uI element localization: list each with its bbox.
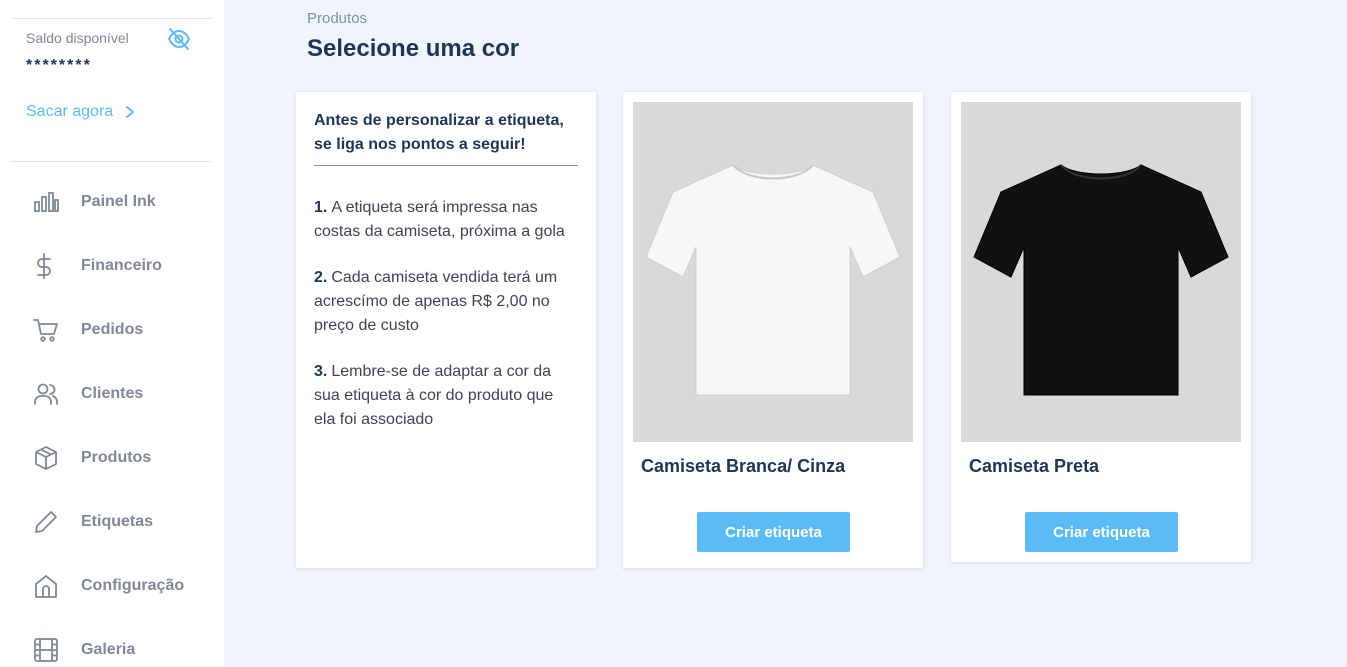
sidebar-item-financeiro[interactable]: Financeiro — [0, 234, 224, 298]
dollar-icon — [33, 253, 59, 279]
sidebar-item-label: Financeiro — [81, 257, 162, 274]
info-item: 3. Lembre-se de adaptar a cor da sua etiq… — [314, 360, 578, 432]
sidebar-item-produtos[interactable]: Produtos — [0, 426, 224, 490]
info-item-text: Lembre-se de adaptar a cor da sua etique… — [314, 363, 554, 428]
cart-icon — [33, 317, 59, 343]
sidebar-item-label: Configuração — [81, 577, 185, 594]
eye-off-icon[interactable] — [166, 26, 192, 52]
tshirt-white-image — [645, 164, 901, 396]
withdraw-label: Sacar agora — [26, 103, 114, 120]
info-item: 2. Cada camiseta vendida terá um acrescím… — [314, 266, 578, 338]
create-label-button[interactable]: Criar etiqueta — [697, 512, 850, 552]
chart-bars-icon — [33, 189, 59, 215]
info-item-number: 1. — [314, 199, 328, 216]
product-card-black[interactable]: Camiseta Preta Criar etiqueta — [951, 92, 1251, 562]
info-item: 1. A etiqueta será impressa nas costas da… — [314, 196, 578, 244]
users-icon — [33, 381, 59, 407]
box-icon — [33, 445, 59, 471]
sidebar-item-label: Galeria — [81, 641, 136, 658]
sidebar-item-clientes[interactable]: Clientes — [0, 362, 224, 426]
info-item-text: A etiqueta será impressa nas costas da c… — [314, 199, 565, 240]
product-image — [633, 102, 913, 442]
info-title: Antes de personalizar a etiqueta, se lig… — [314, 109, 578, 166]
page-title: Selecione uma cor — [307, 35, 520, 62]
sidebar-item-label: Produtos — [81, 449, 152, 466]
sidebar-item-pedidos[interactable]: Pedidos — [0, 298, 224, 362]
sidebar-item-painel-ink[interactable]: Painel Ink — [0, 170, 224, 234]
chevron-right-icon — [126, 106, 135, 118]
sidebar-item-label: Clientes — [81, 385, 144, 402]
film-icon — [33, 637, 59, 663]
breadcrumb[interactable]: Produtos — [307, 10, 367, 27]
sidebar: Saldo disponível ******** Sacar agora Pa… — [0, 0, 224, 667]
product-image — [961, 102, 1241, 442]
sidebar-item-label: Pedidos — [81, 321, 144, 338]
sidebar-item-configuracao[interactable]: Configuração — [0, 554, 224, 618]
tshirt-shape — [973, 164, 1229, 396]
info-item-number: 2. — [314, 269, 328, 286]
info-card: Antes de personalizar a etiqueta, se lig… — [296, 92, 596, 568]
tshirt-black-image — [973, 164, 1229, 396]
balance-label: Saldo disponível — [26, 30, 129, 46]
product-card-white[interactable]: Camiseta Branca/ Cinza Criar etiqueta — [623, 92, 923, 568]
sidebar-nav: Painel Ink Financeiro Pedidos Clientes P… — [0, 170, 224, 667]
sidebar-item-galeria[interactable]: Galeria — [0, 618, 224, 667]
product-name: Camiseta Preta — [969, 456, 1100, 476]
info-item-text: Cada camiseta vendida terá um acrescímo … — [314, 269, 558, 334]
withdraw-link[interactable]: Sacar agora — [26, 103, 135, 121]
sidebar-item-label: Etiquetas — [81, 513, 154, 530]
home-icon — [33, 573, 59, 599]
create-label-button[interactable]: Criar etiqueta — [1025, 512, 1178, 552]
info-list: 1. A etiqueta será impressa nas costas da… — [314, 196, 578, 432]
info-item-number: 3. — [314, 363, 328, 380]
divider — [10, 161, 213, 162]
pencil-icon — [33, 509, 59, 535]
sidebar-item-etiquetas[interactable]: Etiquetas — [0, 490, 224, 554]
divider — [10, 18, 213, 19]
sidebar-item-label: Painel Ink — [81, 193, 156, 210]
product-name: Camiseta Branca/ Cinza — [641, 456, 846, 476]
balance-value: ******** — [26, 57, 92, 74]
tshirt-shape — [645, 164, 901, 396]
